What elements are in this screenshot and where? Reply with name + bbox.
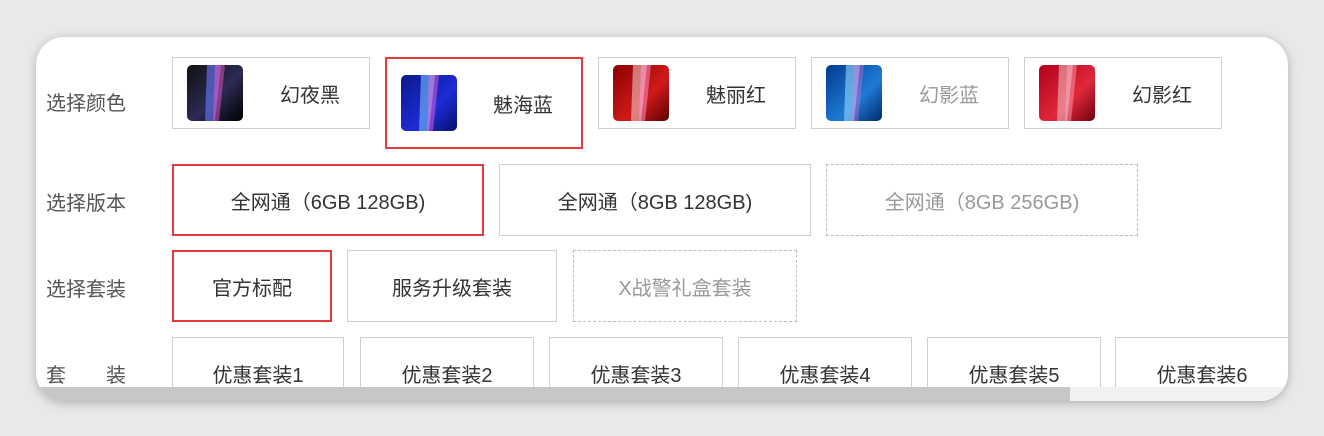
package-option-service-upgrade[interactable]: 服务升级套装 xyxy=(347,250,557,322)
color-option-label: 幻影蓝 xyxy=(919,84,979,107)
color-option-label: 魅海蓝 xyxy=(493,94,553,117)
package-option-xmen-giftbox[interactable]: X战警礼盒套装 xyxy=(573,250,797,322)
phone-thumbnail-icon xyxy=(1039,65,1095,121)
color-option-black[interactable]: 幻夜黑 xyxy=(172,57,370,129)
color-option-crimson[interactable]: 幻影红 xyxy=(1024,57,1222,129)
phone-thumbnail-icon xyxy=(613,65,669,121)
package-row-label: 选择套装 xyxy=(46,279,126,301)
horizontal-scrollbar[interactable] xyxy=(36,387,1288,401)
phone-thumbnail-icon xyxy=(826,65,882,121)
version-option-8gb-256gb[interactable]: 全网通（8GB 256GB) xyxy=(826,164,1138,236)
bundle-row-label: 套 装 xyxy=(46,365,126,387)
phone-thumbnail-icon xyxy=(187,65,243,121)
color-option-navy[interactable]: 魅海蓝 xyxy=(385,57,583,149)
version-row-label: 选择版本 xyxy=(46,193,126,215)
phone-thumbnail-icon xyxy=(401,75,457,131)
color-option-label: 魅丽红 xyxy=(706,84,766,107)
color-option-blue[interactable]: 幻影蓝 xyxy=(811,57,1009,129)
color-option-red[interactable]: 魅丽红 xyxy=(598,57,796,129)
version-option-8gb-128gb[interactable]: 全网通（8GB 128GB) xyxy=(499,164,811,236)
product-options-panel: 选择颜色 幻夜黑 魅海蓝 魅丽红 幻影蓝 幻影红 选择版本 全网通（6GB 12… xyxy=(36,37,1288,401)
package-option-official[interactable]: 官方标配 xyxy=(172,250,332,322)
color-option-label: 幻影红 xyxy=(1132,84,1192,107)
color-option-label: 幻夜黑 xyxy=(280,84,340,107)
version-option-6gb-128gb[interactable]: 全网通（6GB 128GB) xyxy=(172,164,484,236)
color-row-label: 选择颜色 xyxy=(46,93,126,115)
scrollbar-thumb[interactable] xyxy=(36,387,1070,401)
